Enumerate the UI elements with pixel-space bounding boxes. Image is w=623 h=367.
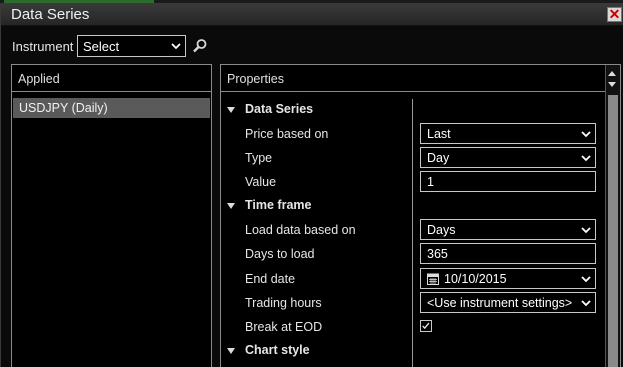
property-row-days-to-load: Days to load 365	[221, 242, 603, 266]
property-label: Value	[245, 175, 277, 189]
properties-header-label: Properties	[227, 72, 284, 86]
chevron-down-icon	[581, 276, 591, 283]
price-based-on-dropdown[interactable]: Last	[420, 123, 596, 144]
title-bar[interactable]: Data Series ✕	[1, 3, 623, 26]
instrument-select-value: Select	[83, 39, 120, 54]
properties-scrollbar[interactable]	[605, 65, 620, 367]
dropdown-value: Days	[427, 223, 456, 237]
window-title: Data Series	[11, 6, 90, 23]
category-label: Data Series	[245, 102, 314, 116]
close-button[interactable]: ✕	[607, 7, 622, 22]
property-row-price-based-on: Price based on Last	[221, 122, 603, 146]
scroll-up-icon[interactable]	[608, 71, 616, 76]
type-dropdown[interactable]: Day	[420, 147, 596, 168]
property-row-end-date: End date 10/10/2015	[221, 267, 603, 291]
applied-item-label: USDJPY (Daily)	[19, 101, 108, 115]
property-label: Load data based on	[245, 223, 356, 237]
expand-triangle-icon[interactable]	[227, 348, 235, 354]
applied-header-label: Applied	[18, 72, 60, 86]
chevron-down-icon	[581, 155, 591, 162]
category-data-series[interactable]: Data Series	[221, 98, 603, 122]
properties-header: Properties	[221, 65, 620, 92]
dropdown-value: Last	[427, 127, 451, 141]
input-value: 1	[427, 175, 434, 189]
property-label: Type	[245, 151, 273, 165]
applied-item-usdjpy[interactable]: USDJPY (Daily)	[13, 98, 210, 118]
scroll-thumb[interactable]	[608, 95, 618, 367]
end-date-picker[interactable]: 10/10/2015	[420, 268, 596, 289]
properties-panel: Properties Data Series Price based on La…	[220, 64, 621, 367]
property-row-type: Type Day	[221, 146, 603, 170]
scroll-down-icon[interactable]	[608, 82, 616, 87]
chevron-down-icon	[581, 227, 591, 234]
property-label: Price based on	[245, 127, 329, 141]
category-label: Time frame	[245, 198, 312, 212]
chevron-down-icon	[581, 300, 591, 307]
instrument-label: Instrument	[12, 39, 74, 54]
instrument-select[interactable]: Select	[77, 35, 186, 57]
load-data-based-on-dropdown[interactable]: Days	[420, 219, 596, 240]
calendar-icon	[427, 273, 439, 285]
days-to-load-input[interactable]: 365	[420, 243, 596, 264]
applied-header: Applied	[12, 65, 211, 92]
data-series-window: Data Series ✕ Instrument Select Applied …	[0, 3, 623, 367]
close-icon: ✕	[608, 6, 621, 22]
expand-triangle-icon[interactable]	[227, 203, 235, 209]
property-row-value: Value 1	[221, 170, 603, 194]
input-value: 365	[427, 247, 448, 261]
chevron-down-icon	[581, 131, 591, 138]
property-label: Days to load	[245, 247, 315, 261]
dropdown-value: Day	[427, 151, 450, 165]
value-input[interactable]: 1	[420, 171, 596, 192]
dropdown-value: <Use instrument settings>	[427, 296, 573, 310]
property-row-break-at-eod: Break at EOD	[221, 315, 603, 339]
category-label: Chart style	[245, 343, 310, 357]
property-label: End date	[245, 272, 296, 286]
expand-triangle-icon[interactable]	[227, 107, 235, 113]
chevron-down-icon	[171, 43, 181, 50]
category-time-frame[interactable]: Time frame	[221, 194, 603, 218]
trading-hours-dropdown[interactable]: <Use instrument settings>	[420, 292, 596, 313]
category-chart-style[interactable]: Chart style	[221, 339, 603, 363]
property-label: Trading hours	[245, 296, 322, 310]
date-value: 10/10/2015	[444, 272, 507, 286]
break-at-eod-checkbox[interactable]	[420, 320, 432, 332]
property-row-trading-hours: Trading hours <Use instrument settings>	[221, 291, 603, 315]
applied-panel: Applied USDJPY (Daily)	[11, 64, 212, 367]
search-icon[interactable]	[192, 38, 208, 54]
checkmark-icon	[422, 322, 430, 330]
property-row-load-data-based-on: Load data based on Days	[221, 218, 603, 242]
property-label: Break at EOD	[245, 320, 323, 334]
